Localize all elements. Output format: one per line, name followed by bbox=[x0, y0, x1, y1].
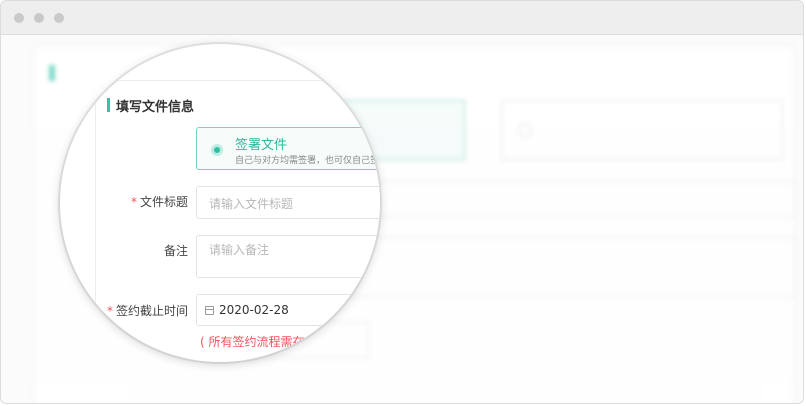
magnified-content: 填写文件信息 签署文件 自己与对方均需签署，也可仅自己签 * 文件标题 请输入文件… bbox=[60, 44, 380, 362]
background-radio-icon bbox=[518, 123, 532, 137]
deadline-date-value: 2020-02-28 bbox=[219, 303, 289, 317]
window-maximize-button[interactable] bbox=[54, 13, 64, 23]
sign-document-option[interactable]: 签署文件 自己与对方均需签署，也可仅自己签 bbox=[196, 127, 380, 170]
title-input-placeholder: 请输入文件标题 bbox=[209, 197, 294, 211]
background-option-card bbox=[501, 100, 783, 160]
title-field-label: * 文件标题 bbox=[130, 195, 188, 209]
background-note-input bbox=[341, 237, 795, 297]
panel-top-border bbox=[95, 80, 380, 81]
sign-option-description: 自己与对方均需签署，也可仅自己签 bbox=[235, 156, 380, 166]
deadline-hint: ( 所有签约流程需在 bbox=[200, 335, 305, 349]
note-textarea[interactable]: 请输入备注 bbox=[196, 235, 380, 278]
radio-selected-icon[interactable] bbox=[211, 144, 223, 156]
panel-border bbox=[95, 80, 96, 360]
section-title: 填写文件信息 bbox=[116, 100, 195, 115]
window-minimize-button[interactable] bbox=[34, 13, 44, 23]
note-field-label: 备注 bbox=[163, 244, 188, 258]
title-bar bbox=[1, 1, 803, 35]
deadline-field-label: * 签约截止时间 bbox=[106, 304, 188, 318]
window-close-button[interactable] bbox=[14, 13, 24, 23]
note-textarea-placeholder: 请输入备注 bbox=[209, 243, 270, 257]
background-title-input bbox=[341, 181, 795, 217]
magnifier-lens: 填写文件信息 签署文件 自己与对方均需签署，也可仅自己签 * 文件标题 请输入文件… bbox=[60, 44, 380, 362]
section-accent-bar bbox=[107, 98, 110, 112]
required-marker: * bbox=[130, 195, 137, 209]
required-marker: * bbox=[106, 304, 113, 318]
title-input[interactable]: 请输入文件标题 bbox=[196, 186, 380, 219]
sign-option-title: 签署文件 bbox=[235, 138, 288, 153]
calendar-icon bbox=[205, 306, 214, 315]
background-section-marker bbox=[49, 65, 55, 81]
deadline-date-picker[interactable]: 2020-02-28 bbox=[196, 294, 380, 326]
